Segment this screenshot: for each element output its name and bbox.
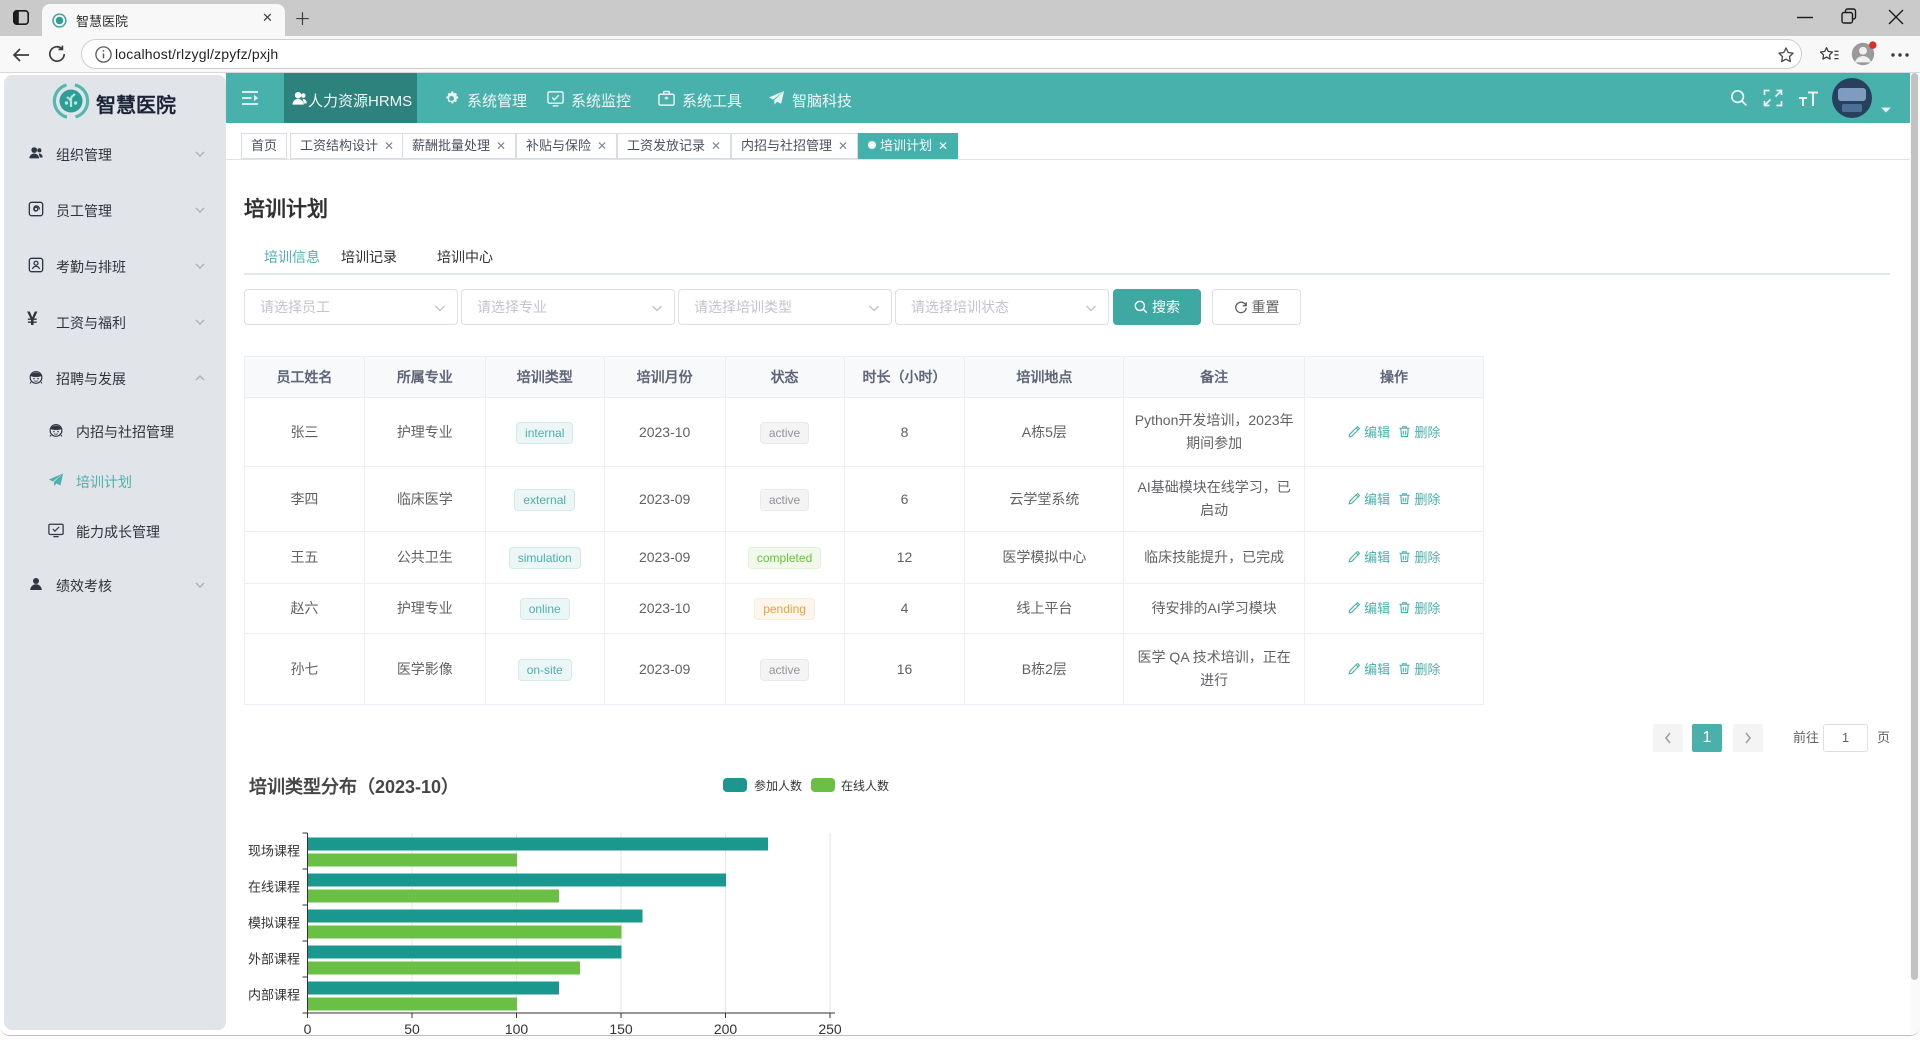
svg-text:在线课程: 在线课程 [248, 880, 300, 895]
svg-text:模拟课程: 模拟课程 [248, 916, 300, 931]
svg-text:50: 50 [404, 1021, 420, 1036]
svg-text:现场课程: 现场课程 [248, 844, 300, 859]
svg-text:内部课程: 内部课程 [248, 988, 300, 1003]
svg-text:150: 150 [609, 1021, 633, 1036]
svg-text:0: 0 [304, 1021, 312, 1036]
svg-text:250: 250 [818, 1021, 842, 1036]
svg-text:200: 200 [714, 1021, 738, 1036]
svg-text:100: 100 [505, 1021, 529, 1036]
svg-text:外部课程: 外部课程 [248, 952, 300, 967]
